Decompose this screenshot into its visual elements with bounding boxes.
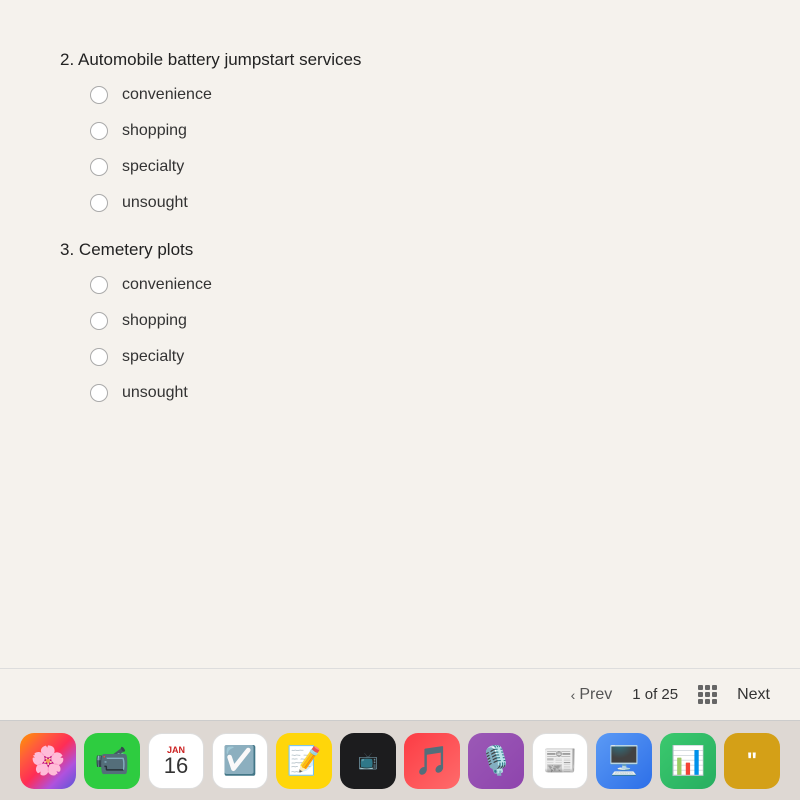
dock: 🌸 📹 JAN 16 ☑️ 📝 📺 🎵 🎙️ 📰 🖥️ 📊 " bbox=[0, 720, 800, 800]
q2-option-convenience[interactable]: convenience bbox=[90, 86, 740, 104]
dock-quotes[interactable]: " bbox=[724, 733, 780, 789]
q3-radio-specialty[interactable] bbox=[90, 348, 108, 366]
q3-radio-unsought[interactable] bbox=[90, 384, 108, 402]
nav-bar: ‹ Prev 1 of 25 Next bbox=[0, 668, 800, 720]
chevron-left-icon: ‹ bbox=[571, 687, 576, 703]
questions-container: 2. Automobile battery jumpstart services… bbox=[60, 20, 740, 402]
dock-appletv[interactable]: 📺 bbox=[340, 733, 396, 789]
q2-radio-shopping[interactable] bbox=[90, 122, 108, 140]
dock-numbers[interactable]: 📊 bbox=[660, 733, 716, 789]
q3-label-shopping: shopping bbox=[122, 312, 187, 330]
question-2-number: 2. bbox=[60, 50, 74, 69]
question-3-text: Cemetery plots bbox=[79, 240, 193, 259]
question-3-title: 3. Cemetery plots bbox=[60, 240, 740, 260]
q2-radio-convenience[interactable] bbox=[90, 86, 108, 104]
dock-news[interactable]: 📰 bbox=[532, 733, 588, 789]
prev-button[interactable]: ‹ Prev bbox=[571, 686, 613, 704]
q2-option-shopping[interactable]: shopping bbox=[90, 122, 740, 140]
q2-option-unsought[interactable]: unsought bbox=[90, 194, 740, 212]
q3-option-specialty[interactable]: specialty bbox=[90, 348, 740, 366]
q3-option-convenience[interactable]: convenience bbox=[90, 276, 740, 294]
grid-icon[interactable] bbox=[698, 685, 717, 704]
next-label: Next bbox=[737, 686, 770, 703]
question-3-options: convenience shopping specialty unsought bbox=[60, 276, 740, 402]
dock-calendar[interactable]: JAN 16 bbox=[148, 733, 204, 789]
q3-label-specialty: specialty bbox=[122, 348, 184, 366]
q2-label-specialty: specialty bbox=[122, 158, 184, 176]
q2-option-specialty[interactable]: specialty bbox=[90, 158, 740, 176]
dock-reminders[interactable]: ☑️ bbox=[212, 733, 268, 789]
dock-podcasts[interactable]: 🎙️ bbox=[468, 733, 524, 789]
q3-option-shopping[interactable]: shopping bbox=[90, 312, 740, 330]
q3-radio-convenience[interactable] bbox=[90, 276, 108, 294]
main-content: 2. Automobile battery jumpstart services… bbox=[0, 0, 800, 720]
q2-radio-unsought[interactable] bbox=[90, 194, 108, 212]
page-info: 1 of 25 bbox=[632, 686, 678, 703]
q2-label-shopping: shopping bbox=[122, 122, 187, 140]
q3-label-convenience: convenience bbox=[122, 276, 212, 294]
question-2-title: 2. Automobile battery jumpstart services bbox=[60, 50, 740, 70]
dock-facetime[interactable]: 📹 bbox=[84, 733, 140, 789]
q3-label-unsought: unsought bbox=[122, 384, 188, 402]
q3-radio-shopping[interactable] bbox=[90, 312, 108, 330]
q2-label-convenience: convenience bbox=[122, 86, 212, 104]
q3-option-unsought[interactable]: unsought bbox=[90, 384, 740, 402]
q2-radio-specialty[interactable] bbox=[90, 158, 108, 176]
question-2-block: 2. Automobile battery jumpstart services… bbox=[60, 50, 740, 212]
question-3-block: 3. Cemetery plots convenience shopping s… bbox=[60, 240, 740, 402]
question-3-number: 3. bbox=[60, 240, 74, 259]
dock-photos[interactable]: 🌸 bbox=[20, 733, 76, 789]
dock-notes[interactable]: 📝 bbox=[276, 733, 332, 789]
dock-music[interactable]: 🎵 bbox=[404, 733, 460, 789]
dock-keynote[interactable]: 🖥️ bbox=[596, 733, 652, 789]
question-2-options: convenience shopping specialty unsought bbox=[60, 86, 740, 212]
prev-label: Prev bbox=[579, 686, 612, 704]
next-button[interactable]: Next bbox=[737, 686, 770, 704]
calendar-day: 16 bbox=[164, 755, 188, 777]
q2-label-unsought: unsought bbox=[122, 194, 188, 212]
question-2-text: Automobile battery jumpstart services bbox=[78, 50, 361, 69]
